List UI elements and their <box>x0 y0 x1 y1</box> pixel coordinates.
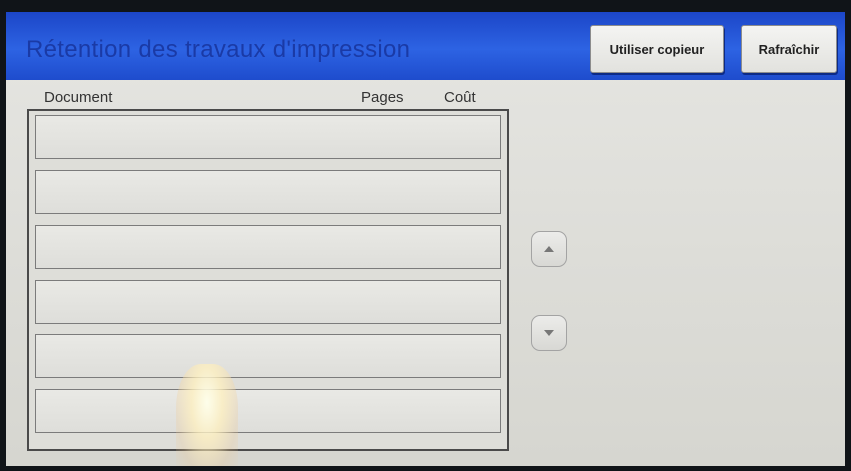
triangle-up-icon <box>544 246 554 252</box>
job-row[interactable] <box>35 280 501 324</box>
touchscreen: Rétention des travaux d'impression Utili… <box>6 12 845 466</box>
job-row[interactable] <box>35 334 501 378</box>
column-header-pages: Pages <box>361 89 404 106</box>
page-title: Rétention des travaux d'impression <box>26 36 411 63</box>
job-row[interactable] <box>35 389 501 433</box>
refresh-button[interactable]: Rafraîchir <box>741 25 837 73</box>
job-row[interactable] <box>35 170 501 214</box>
scroll-down-button[interactable] <box>531 315 567 351</box>
column-header-document: Document <box>44 89 113 106</box>
job-list <box>27 109 509 451</box>
job-row[interactable] <box>35 115 501 159</box>
header-bar: Rétention des travaux d'impression Utili… <box>6 12 845 80</box>
triangle-down-icon <box>544 330 554 336</box>
scroll-up-button[interactable] <box>531 231 567 267</box>
column-header-cost: Coût <box>444 89 476 106</box>
job-row[interactable] <box>35 225 501 269</box>
use-copier-button[interactable]: Utiliser copieur <box>590 25 724 73</box>
